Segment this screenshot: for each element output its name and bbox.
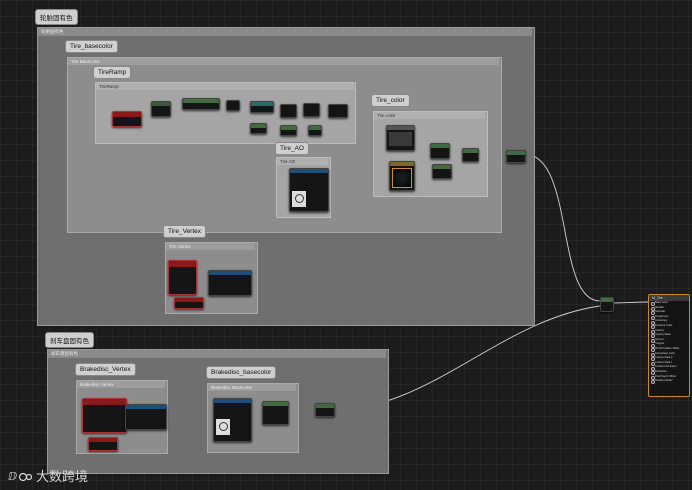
vertex-param-node[interactable] (82, 398, 127, 433)
math-node[interactable] (226, 100, 240, 111)
math-node[interactable] (328, 104, 348, 118)
param-node[interactable] (112, 111, 142, 127)
comment-tab-tire-ramp[interactable]: TireRamp (94, 67, 131, 78)
multiply-node[interactable] (462, 148, 479, 162)
comment-tab-tire-color-inner[interactable]: Tire_color (372, 95, 409, 106)
constant-node[interactable] (250, 123, 267, 134)
comment-subtitle-tire-vertex: Tire Vertex (166, 243, 255, 250)
texture-sample-node[interactable] (289, 168, 329, 212)
math-node[interactable] (280, 104, 297, 118)
color-param-node[interactable] (386, 125, 415, 151)
comment-subtitle-tire-color-inner: Tire color (374, 112, 485, 119)
texture-sample-node[interactable] (213, 398, 252, 442)
comment-tab-tire-ao[interactable]: Tire_AO (276, 143, 308, 154)
constant-node[interactable] (308, 125, 322, 136)
comment-tab-brake[interactable]: 刹车盘固有色 (46, 333, 93, 347)
comment-subtitle-brake: 刹车盘固有色 (48, 350, 386, 358)
comment-tab-tire-color[interactable]: 轮胎固有色 (36, 10, 77, 24)
watermark-logo-icon: ⅅ (8, 470, 32, 483)
lerp-node[interactable] (432, 164, 452, 179)
comment-subtitle-tire-ramp: TireRamp (96, 83, 354, 90)
lerp-node[interactable] (430, 143, 450, 159)
math-node[interactable] (303, 103, 320, 117)
comment-subtitle-brakedisc-basecolor: Brakedisc Basecolor (208, 384, 296, 391)
vertex-color-node[interactable] (125, 404, 167, 430)
comment-tab-brakedisc-vertex[interactable]: Brakedisc_Vertex (76, 364, 135, 375)
vertex-param-node[interactable] (168, 260, 197, 295)
constant-node[interactable] (250, 101, 274, 113)
vertex-color-node[interactable] (208, 270, 252, 296)
watermark: ⅅ 大数跨境 (8, 466, 88, 485)
scalar-param-node[interactable] (174, 297, 204, 309)
watermark-text: 大数跨境 (36, 469, 89, 484)
scalar-param-node[interactable] (88, 437, 118, 451)
comment-tab-brakedisc-basecolor[interactable]: Brakedisc_basecolor (207, 367, 276, 378)
texture-sample-node[interactable] (389, 161, 415, 191)
function-node[interactable] (182, 98, 220, 110)
comment-subtitle-tire-color: 轮胎固有色 (38, 28, 532, 36)
comment-tab-tire-vertex[interactable]: Tire_Vertex (164, 226, 205, 237)
comment-tab-tire-basecolor[interactable]: Tire_basecolor (66, 41, 117, 52)
comment-subtitle-tire-ao: Tire AO (277, 158, 328, 165)
material-output-pin[interactable]: Shading Model (649, 379, 689, 384)
comment-subtitle-brakedisc-vertex: Brakedisc Vertex (77, 381, 165, 388)
multiply-node[interactable] (262, 401, 289, 425)
svg-text:ⅅ: ⅅ (8, 470, 17, 483)
add-node[interactable] (506, 150, 526, 163)
math-node[interactable] (151, 101, 171, 117)
merge-node[interactable] (600, 297, 614, 312)
constant-node[interactable] (280, 125, 297, 136)
comment-subtitle-tire-basecolor: Tire Basecolor (68, 58, 499, 65)
material-output-pins: Base Color Metallic Specular Roughness Aniso… (649, 301, 689, 384)
add-node[interactable] (315, 403, 335, 417)
material-output-node[interactable]: M_Tire Base Color Metallic Specular Roughne… (648, 294, 690, 397)
